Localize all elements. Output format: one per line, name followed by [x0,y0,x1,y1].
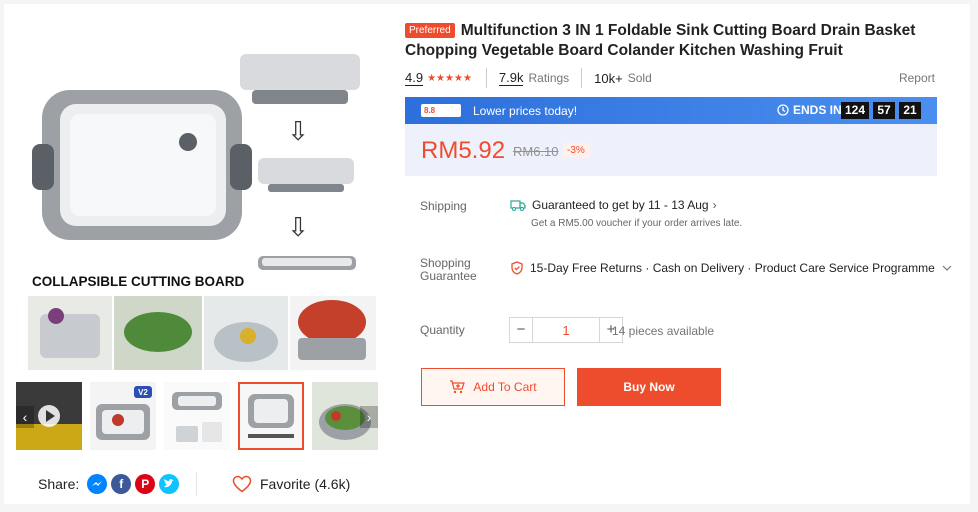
pinterest-icon[interactable]: P [135,474,156,494]
truck-icon [510,200,526,211]
svg-text:⇩: ⇩ [287,213,309,243]
meta-divider [485,68,487,88]
clock-icon [777,104,789,116]
shopping-guarantee-label: Shopping Guarantee [420,256,477,283]
add-to-cart-button[interactable]: Add To Cart [421,368,565,406]
sold-count: 10k+ [594,70,623,86]
stock-available: 14 pieces available [612,324,715,338]
countdown-hours: 124 [841,102,869,119]
original-price: RM6.10 [513,144,559,159]
countdown-minutes: 57 [873,102,895,119]
ends-in-label: ENDS IN [777,103,842,117]
favorite-button[interactable]: Favorite (4.6k) [232,472,350,496]
thumbnail-badge: V2 [138,388,148,397]
thumbnail-carousel: V2 ‹ › [14,380,380,454]
buy-now-button[interactable]: Buy Now [577,368,721,406]
cart-plus-icon [450,380,466,394]
flash-sale-bar: 8.8 Lower prices today! ENDS IN 124 57 2… [405,97,937,124]
current-price: RM5.92 [421,137,506,164]
sold-label: Sold [627,71,652,85]
twitter-icon[interactable] [159,474,180,494]
messenger-icon[interactable] [87,474,108,494]
share-label: Share: [38,476,80,492]
share-divider [196,472,197,496]
chevron-down-icon [942,265,952,271]
add-to-cart-label: Add To Cart [473,380,537,394]
star-rating-icons: ★★★★★ [427,72,472,84]
svg-text:⇩: ⇩ [287,117,309,147]
product-title: Preferred Multifunction 3 IN 1 Foldable S… [405,21,945,61]
preferred-badge: Preferred [405,23,455,38]
product-title-text: Multifunction 3 IN 1 Foldable Sink Cutti… [405,22,916,59]
shopping-guarantee-dropdown[interactable]: 15-Day Free Returns · Cash on Delivery ·… [510,261,959,275]
shipping-voucher-note: Get a RM5.00 voucher if your order arriv… [531,218,743,229]
thumbnail-2[interactable]: V2 [90,382,156,450]
shopping-guarantee-text: 15-Day Free Returns · Cash on Delivery ·… [530,261,935,275]
shield-icon [511,261,523,275]
ratings-label: Ratings [528,71,570,85]
thumbnail-3[interactable] [164,382,230,450]
thumbnail-prev-arrow[interactable]: ‹ [16,406,34,428]
countdown-seconds: 2​1 [899,102,921,119]
shipping-label: Shipping [420,199,467,213]
ratings-row: 4.9 ★★★★★ 7.9k Ratings 10k+ Sold Report [405,68,935,88]
thumbnail-next-arrow[interactable]: › [360,406,378,428]
shipping-guarantee[interactable]: Guaranteed to get by 11 - 13 Aug › [510,198,717,212]
share-row: Share: f P [38,470,180,498]
shipping-guarantee-text: Guaranteed to get by 11 - 13 Aug [532,198,709,212]
rating-value[interactable]: 4.9 [405,70,424,86]
discount-badge: -3% [563,143,589,158]
report-link[interactable]: Report [899,71,935,85]
quantity-input[interactable]: 1 [533,317,599,343]
quantity-stepper: − 1 + [509,317,623,343]
facebook-icon[interactable]: f [111,474,132,494]
quantity-decrease-button[interactable]: − [509,317,533,343]
flash-sale-logo: 8.8 [421,104,461,117]
meta-divider [581,68,583,88]
main-image-caption: COLLAPSIBLE CUTTING BOARD [32,274,244,289]
main-product-image[interactable]: ⇩ ⇩ COLLAPSIBLE CUTTING BOARD [26,46,378,376]
favorite-label: Favorite (4.6k) [260,476,351,492]
heart-icon [232,475,252,493]
price-panel: RM5.92 RM6.10 -3% [405,124,937,176]
quantity-label: Quantity [420,323,465,337]
ratings-count[interactable]: 7.9k [498,70,524,86]
flash-sale-tagline: Lower prices today! [473,104,578,118]
chevron-right-icon: › [712,198,717,212]
thumbnail-4-selected[interactable] [238,382,304,450]
